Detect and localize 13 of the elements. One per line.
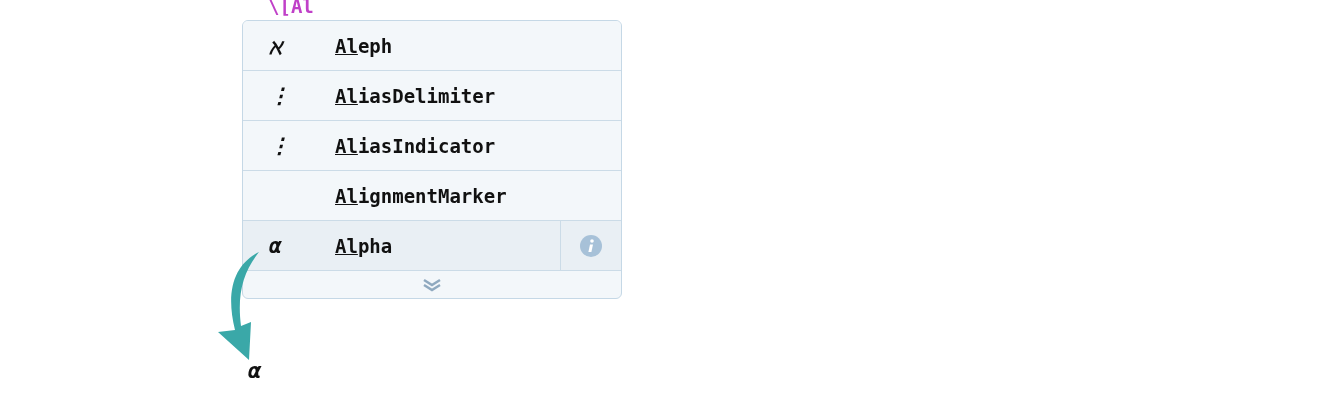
completion-name: AliasDelimiter [335, 84, 497, 107]
completion-name: Aleph [335, 34, 394, 57]
result-symbol: α [248, 358, 262, 383]
symbol-glyph: ⋮ [269, 133, 290, 158]
info-icon[interactable] [580, 234, 602, 257]
completion-name: Alpha [335, 234, 394, 257]
completion-item[interactable]: ℵ Aleph [243, 21, 621, 71]
symbol-glyph: ⋮ [269, 83, 290, 108]
completion-item[interactable]: α Alpha [243, 221, 621, 271]
expand-chevron-icon[interactable] [423, 277, 441, 292]
completion-name: AliasIndicator [335, 134, 497, 157]
completion-name: AlignmentMarker [335, 184, 508, 207]
symbol-glyph: α [269, 233, 282, 258]
